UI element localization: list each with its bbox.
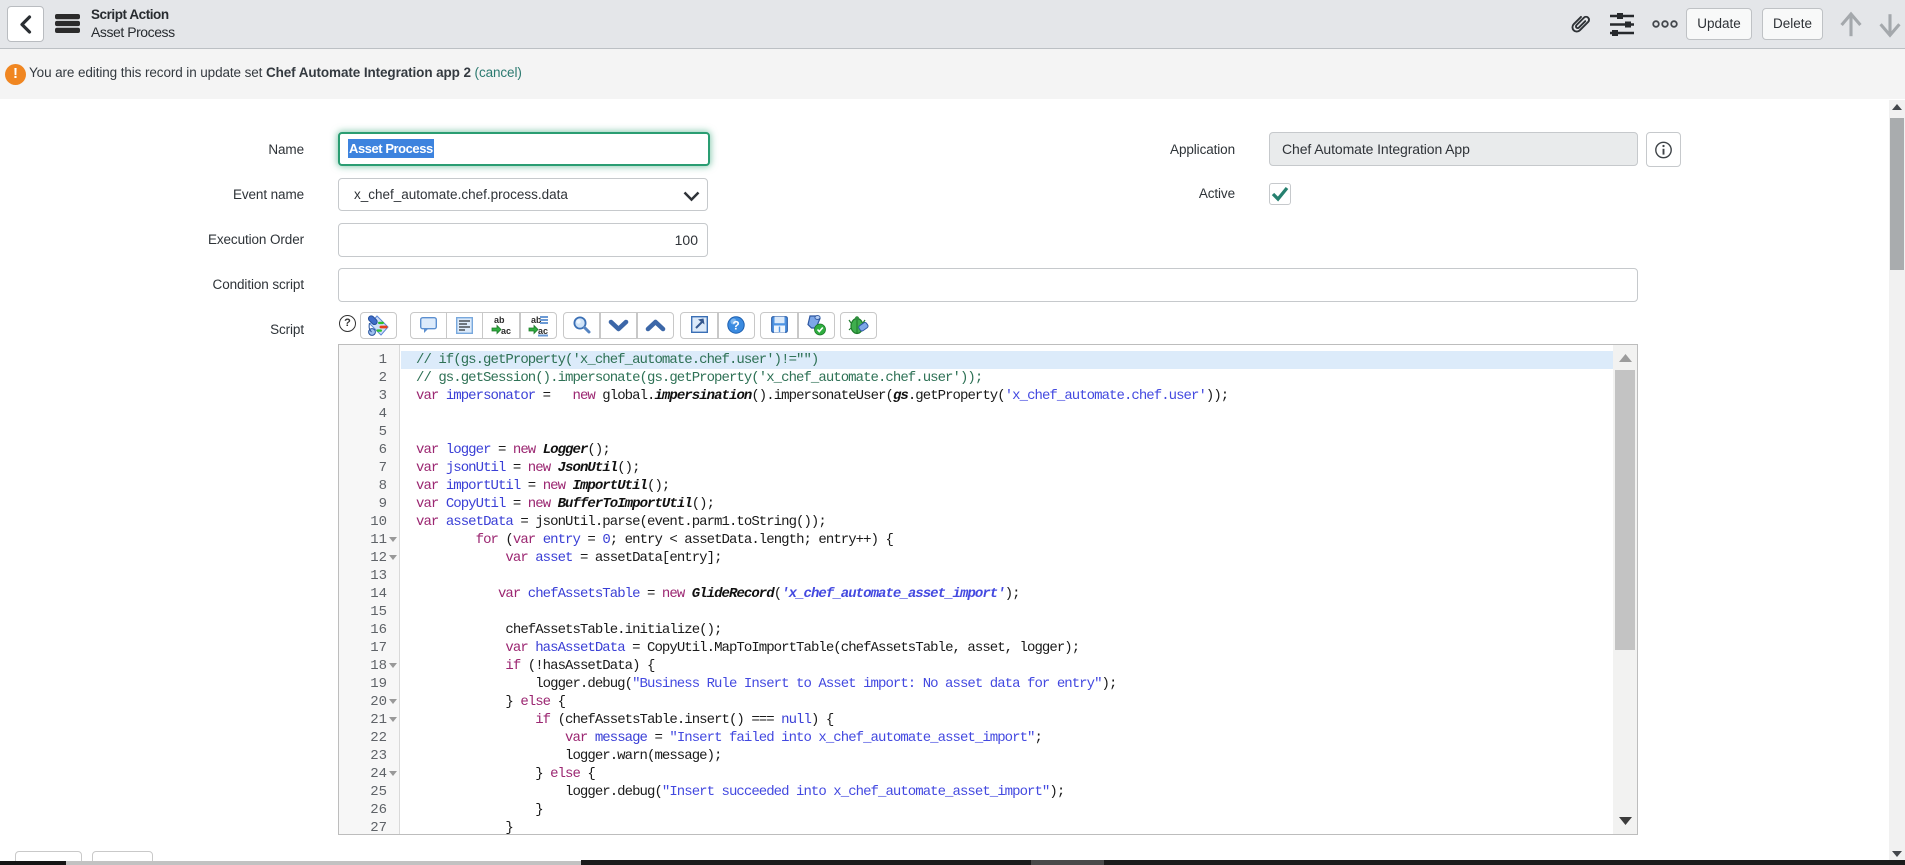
- svg-text:?: ?: [732, 319, 739, 333]
- svg-text:ab: ab: [494, 315, 505, 325]
- svg-text:ac: ac: [501, 326, 511, 336]
